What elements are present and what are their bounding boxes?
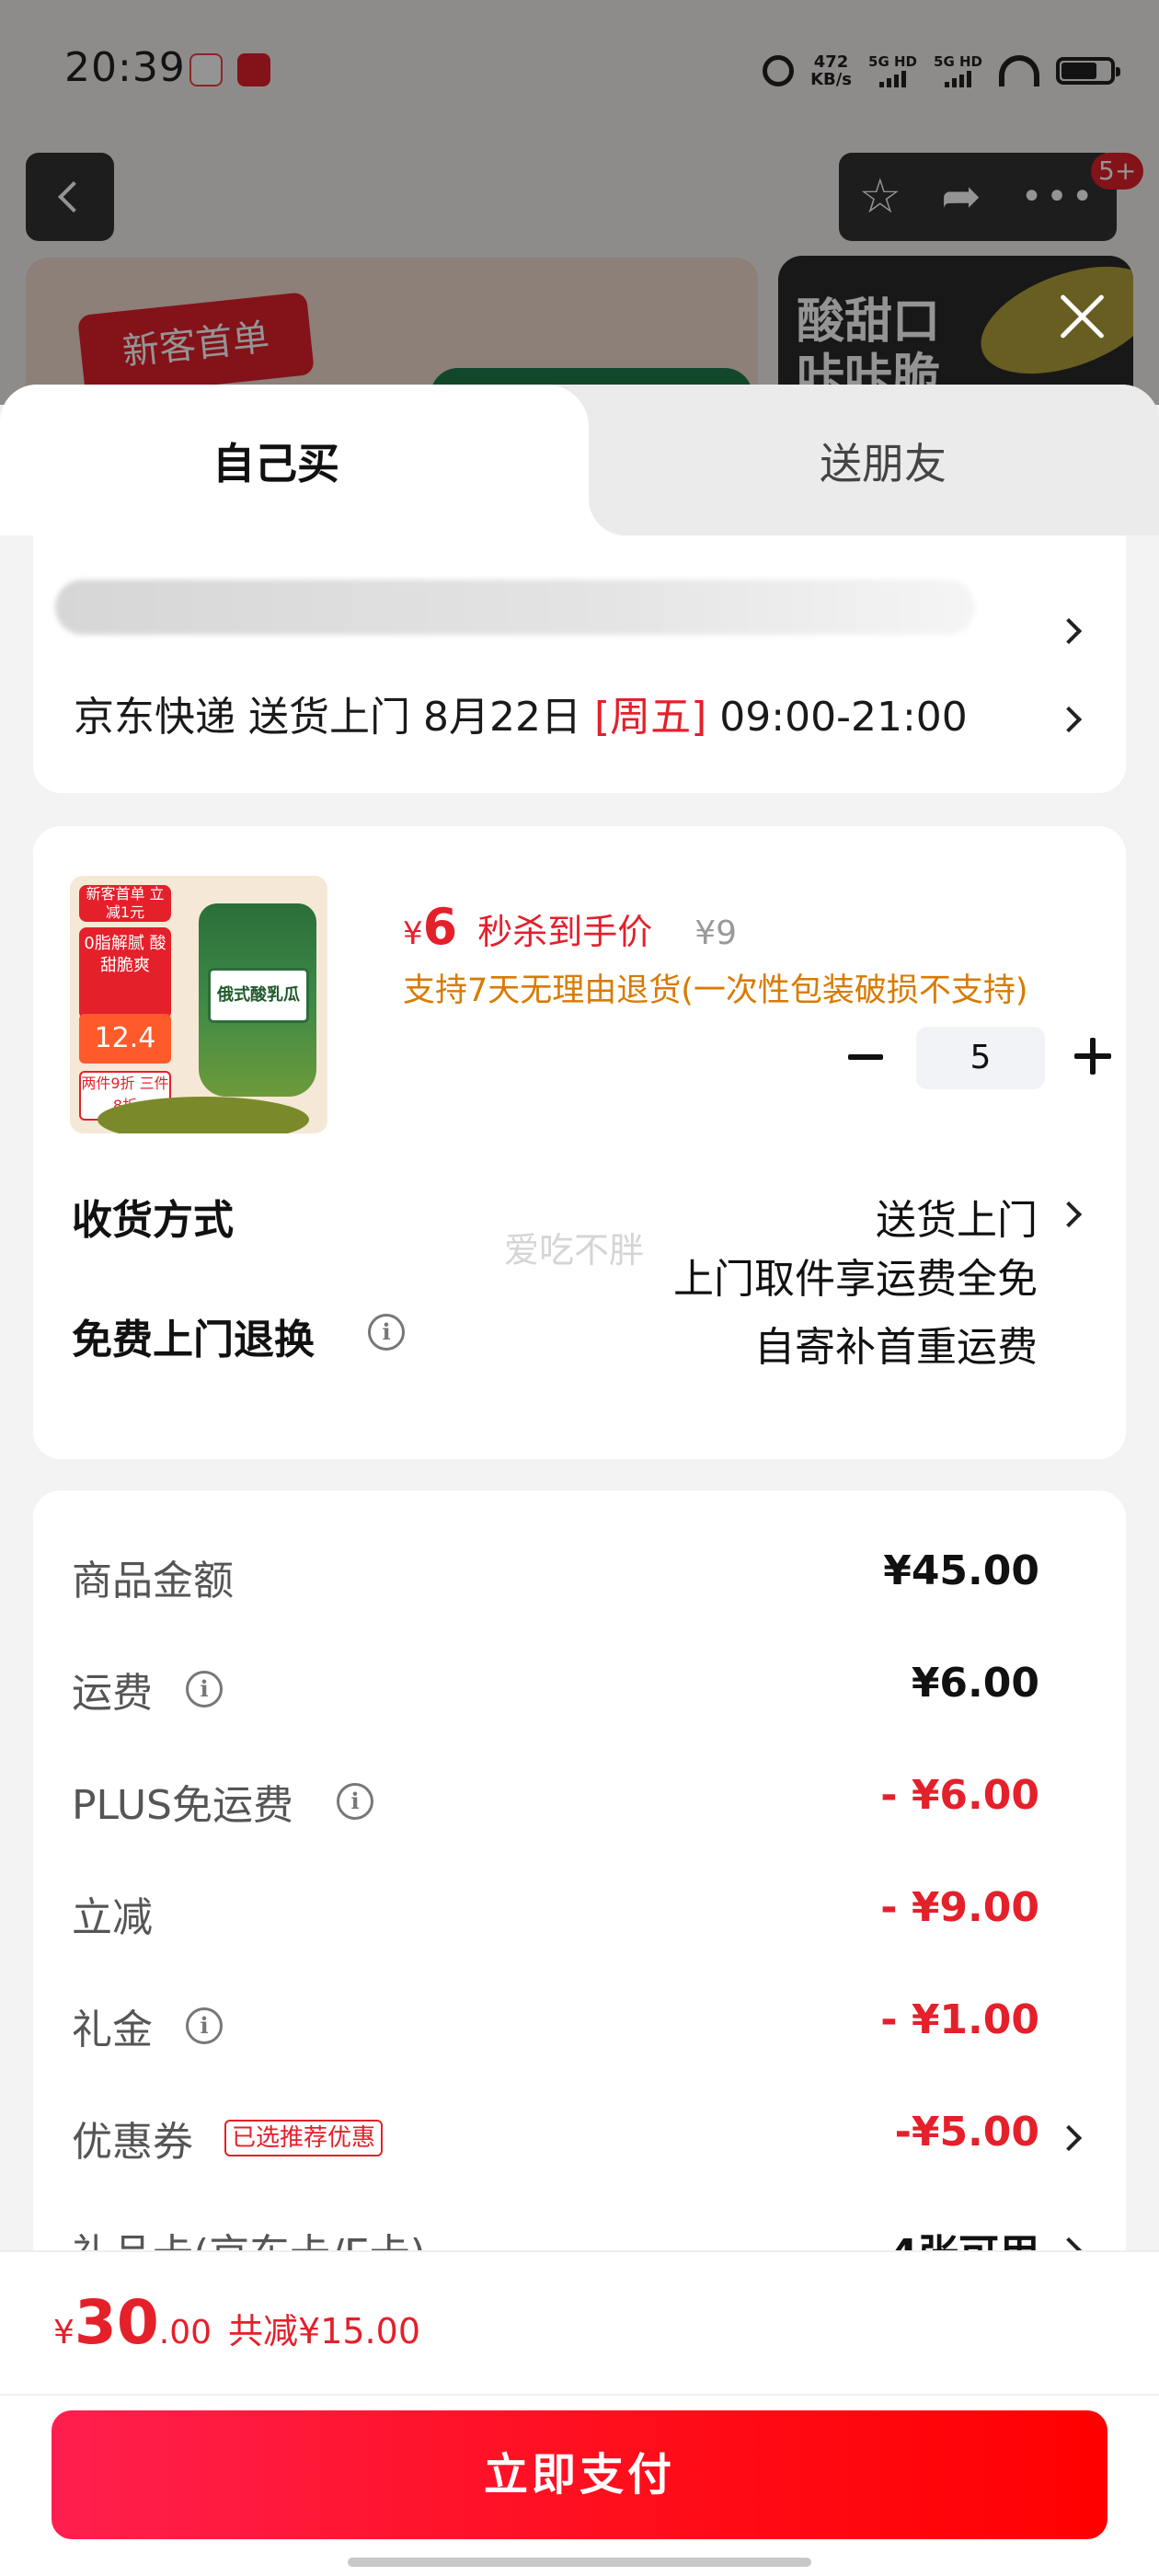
chevron-right-icon[interactable]	[1055, 617, 1083, 645]
plus-button[interactable]	[1074, 1038, 1111, 1075]
free-return-pickup: 上门取件享运费全免	[673, 1256, 1038, 1303]
free-return-label: 免费上门退换	[72, 1317, 315, 1363]
info-icon[interactable]: i	[186, 2007, 223, 2044]
pay-now-button[interactable]: 立即支付	[52, 2410, 1107, 2539]
chevron-right-icon[interactable]	[1055, 2124, 1083, 2152]
pickles-graphic	[98, 1097, 309, 1133]
fee-row-instant-discount: 立减 - ¥9.00	[33, 1877, 1126, 1950]
price-row: ¥ 6 秒杀到手价 ¥9	[403, 898, 737, 956]
coupon-selected-tag: 已选推荐优惠	[224, 2120, 384, 2156]
total-currency: ¥	[53, 2314, 75, 2352]
tab-gift-friend[interactable]: 送朋友	[589, 436, 1159, 491]
jar-label: 俄式酸乳瓜	[208, 968, 309, 1023]
quantity-stepper: 5	[811, 1021, 1115, 1095]
total-saved[interactable]: 共减¥15.00	[228, 2303, 420, 2353]
background-page: 20:39 472 KB/s 5G HD 5G HD ☆ ➦ ••• 5+ 新客…	[0, 0, 1159, 405]
fee-label: 优惠券	[72, 2119, 193, 2166]
home-indicator[interactable]	[348, 2558, 811, 2567]
fee-amount: ¥6.00	[911, 1660, 1039, 1707]
fee-label: 商品金额	[72, 1558, 234, 1604]
delivery-day: [周五]	[593, 694, 707, 741]
info-icon[interactable]: i	[368, 1314, 405, 1351]
fee-row-plus-free-shipping: PLUS免运费 i - ¥6.00	[33, 1765, 1126, 1838]
watermark: 爱吃不胖	[504, 1230, 645, 1271]
total-decimal: .00	[158, 2314, 212, 2352]
chevron-right-icon[interactable]	[1055, 1201, 1083, 1228]
fee-label: 礼金	[72, 2007, 153, 2053]
checkout-sheet: 自己买 送朋友 京东快递 送货上门 8月22日 [周五] 09:00-21:00…	[0, 385, 1159, 2576]
fee-label: 立减	[72, 1894, 153, 1941]
fee-label: PLUS免运费	[72, 1782, 293, 1829]
fee-amount: - ¥6.00	[880, 1772, 1039, 1819]
price-currency: ¥	[403, 915, 423, 952]
modal-overlay[interactable]	[0, 0, 1159, 405]
flash-price: 6	[422, 898, 458, 956]
delivery-time: 09:00-21:00	[706, 694, 968, 741]
fee-amount: ¥45.00	[883, 1547, 1039, 1594]
info-icon[interactable]: i	[186, 1671, 223, 1708]
product-image[interactable]: 新客首单 立减1元 0脂解腻 酸甜脆爽 12.4 两件9折 三件8折 俄式酸乳瓜	[70, 876, 327, 1133]
fee-label: 运费	[72, 1670, 153, 1717]
product-card: 新客首单 立减1元 0脂解腻 酸甜脆爽 12.4 两件9折 三件8折 俄式酸乳瓜…	[33, 826, 1126, 1459]
image-price: 12.4	[79, 1014, 171, 1064]
receive-method-value[interactable]: 送货上门	[876, 1187, 1038, 1246]
fee-row-coupon[interactable]: 优惠券 已选推荐优惠 -¥5.00	[33, 2101, 1126, 2175]
divider	[0, 2394, 1159, 2396]
close-icon[interactable]	[1056, 291, 1107, 342]
fee-amount: - ¥1.00	[880, 1996, 1039, 2043]
return-policy-note: 支持7天无理由退货(一次性包装破损不支持)	[403, 972, 1028, 1009]
fee-amount: -¥5.00	[894, 2109, 1039, 2156]
quantity-input[interactable]: 5	[916, 1027, 1045, 1089]
fee-row-goods-amount: 商品金额 ¥45.00	[33, 1540, 1126, 1614]
address-redacted[interactable]	[55, 580, 975, 635]
address-card: 京东快递 送货上门 8月22日 [周五] 09:00-21:00	[33, 535, 1126, 793]
info-icon[interactable]: i	[337, 1783, 373, 1820]
original-price: ¥9	[694, 914, 738, 952]
delivery-info[interactable]: 京东快递 送货上门 8月22日 [周五] 09:00-21:00	[74, 690, 968, 745]
payment-bar: ¥ 30 .00 共减¥15.00 立即支付	[0, 2250, 1159, 2576]
flash-price-label: 秒杀到手价	[477, 912, 653, 952]
purchase-tabs: 自己买 送朋友	[0, 385, 1159, 535]
image-features: 0脂解腻 酸甜脆爽	[79, 927, 171, 1019]
delivery-method: 京东快递 送货上门 8月22日	[74, 694, 594, 741]
receive-method-label: 收货方式	[72, 1197, 234, 1244]
minus-button[interactable]	[848, 1054, 883, 1060]
total-price: ¥ 30 .00 共减¥15.00	[53, 2287, 420, 2358]
free-return-self-ship: 自寄补首重运费	[754, 1324, 1038, 1371]
fee-amount: - ¥9.00	[880, 1884, 1039, 1931]
total-integer: 30	[74, 2287, 159, 2358]
fee-row-gift-money: 礼金 i - ¥1.00	[33, 1989, 1126, 2063]
chevron-right-icon[interactable]	[1055, 706, 1083, 733]
tab-buy-for-self-label[interactable]: 自己买	[0, 436, 552, 491]
fee-row-shipping: 运费 i ¥6.00	[33, 1652, 1126, 1726]
image-tag: 新客首单 立减1元	[79, 885, 171, 922]
